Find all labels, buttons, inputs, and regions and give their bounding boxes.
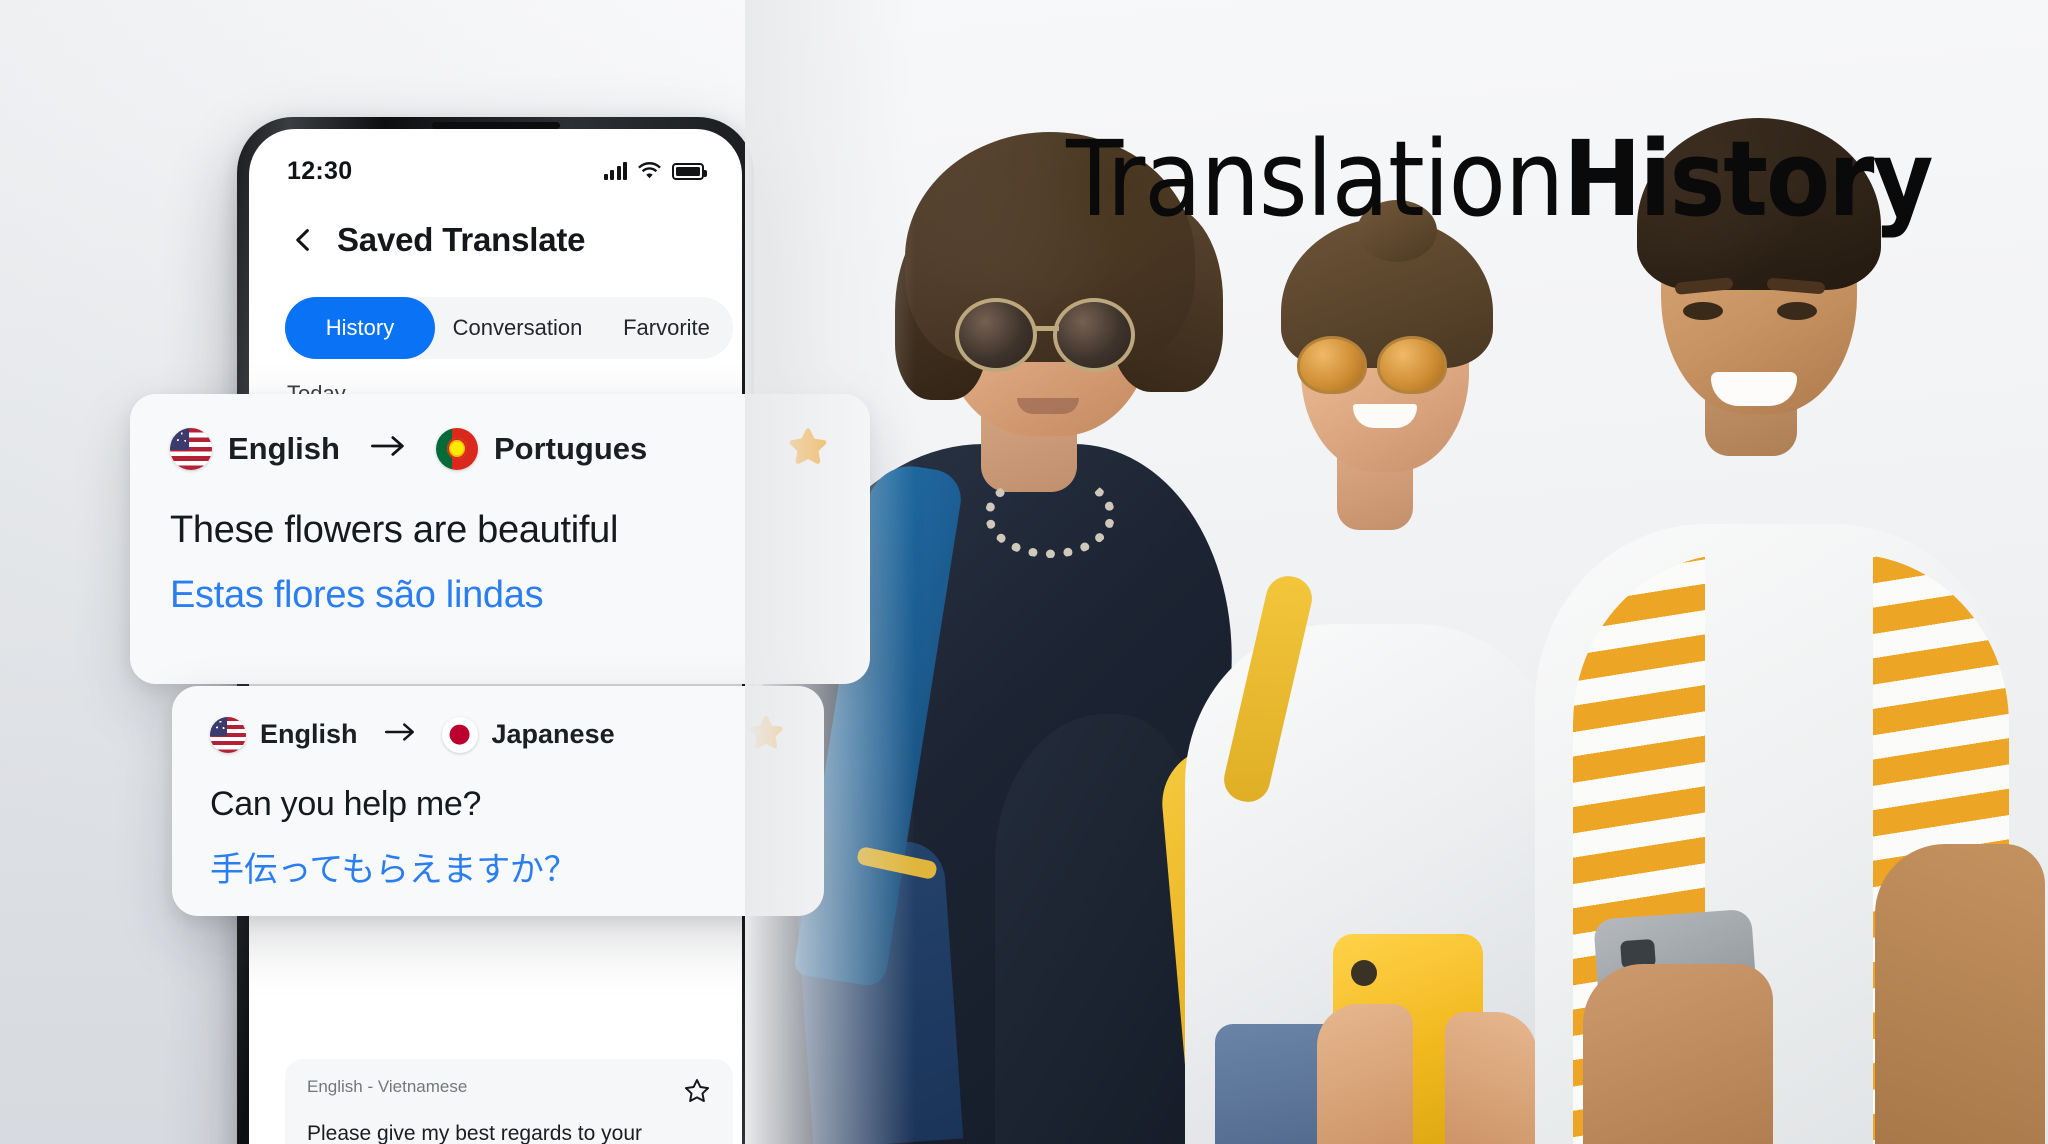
status-time: 12:30 <box>287 156 353 185</box>
person-right-smile <box>1711 372 1797 406</box>
page-title-light: Translation <box>1066 118 1564 240</box>
person-middle-sunglass-lens <box>1297 336 1367 394</box>
list-item-languages: English - Vietnamese <box>307 1077 468 1096</box>
person-right-hand <box>1583 964 1773 1144</box>
battery-full-icon <box>672 162 707 180</box>
person-left-sunglass-lens2 <box>1053 298 1135 372</box>
page-title: TranslationHistory <box>1066 118 1933 240</box>
phone-earpiece <box>431 122 560 129</box>
tab-farvorite[interactable]: Farvorite <box>600 297 733 359</box>
card-source-language: English <box>228 430 340 466</box>
list-item-source-text: Please give my best regards to your moth… <box>307 1122 642 1144</box>
flag-us-icon <box>210 716 246 753</box>
tab-history[interactable]: History <box>285 297 435 359</box>
card-target-language: Japanese <box>491 719 615 749</box>
person-left-sunglass-lens <box>955 298 1037 372</box>
tab-bar: History Conversation Farvorite <box>285 297 733 359</box>
card-target-text: Estas flores são lindas <box>170 574 544 616</box>
person-middle-sunglass-lens2 <box>1377 336 1447 394</box>
arrow-right-icon <box>370 434 406 463</box>
wifi-icon <box>638 162 661 180</box>
list-item-header: English - Vietnamese <box>307 1077 711 1110</box>
person-middle-phone-camera <box>1351 960 1377 986</box>
card-source-text: These flowers are beautiful <box>170 509 619 551</box>
tab-conversation[interactable]: Conversation <box>435 297 600 359</box>
status-icons <box>603 162 707 180</box>
star-outline-icon[interactable] <box>683 1077 711 1110</box>
person-left-necklace <box>985 472 1115 558</box>
card-target-text: 手伝ってもらえますか？ <box>210 851 578 889</box>
flag-japan-icon <box>441 716 478 753</box>
app-bar: Saved Translate <box>249 201 742 279</box>
arrow-right-icon <box>384 721 416 748</box>
person-left-arm <box>995 714 1195 1144</box>
person-right-eye <box>1683 302 1723 320</box>
card-source-text: Can you help me? <box>210 785 482 823</box>
person-middle-hand2 <box>1445 1012 1537 1144</box>
page-heading: Saved Translate <box>337 221 586 258</box>
chevron-left-icon[interactable] <box>285 222 321 258</box>
card-target-language: Portugues <box>493 430 648 466</box>
person-right-arm <box>1875 844 2045 1144</box>
status-bar: 12:30 <box>249 151 742 191</box>
card-header: English Portugues <box>170 424 830 473</box>
person-middle-hand <box>1317 1004 1413 1144</box>
flag-us-icon <box>170 427 212 470</box>
signal-bars-icon <box>603 162 627 180</box>
promo-banner: TranslationHistory 12:30 Saved Translate… <box>0 0 2048 1144</box>
page-title-heavy: History <box>1563 118 1933 240</box>
flag-portugal-icon <box>435 427 478 470</box>
person-right-eye2 <box>1777 302 1817 320</box>
card-source-language: English <box>260 719 358 749</box>
person-left-mouth <box>1017 398 1079 414</box>
history-list-item[interactable]: English - Vietnamese Please give my best… <box>285 1059 733 1144</box>
person-middle-smile <box>1353 404 1417 428</box>
card-header: English Japanese <box>210 712 786 757</box>
translation-card-japanese[interactable]: English Japanese Can you help me? 手伝ってもら… <box>172 686 824 916</box>
person-left-sunglass-bridge <box>1035 326 1059 331</box>
photo-left-fade <box>745 0 915 1144</box>
